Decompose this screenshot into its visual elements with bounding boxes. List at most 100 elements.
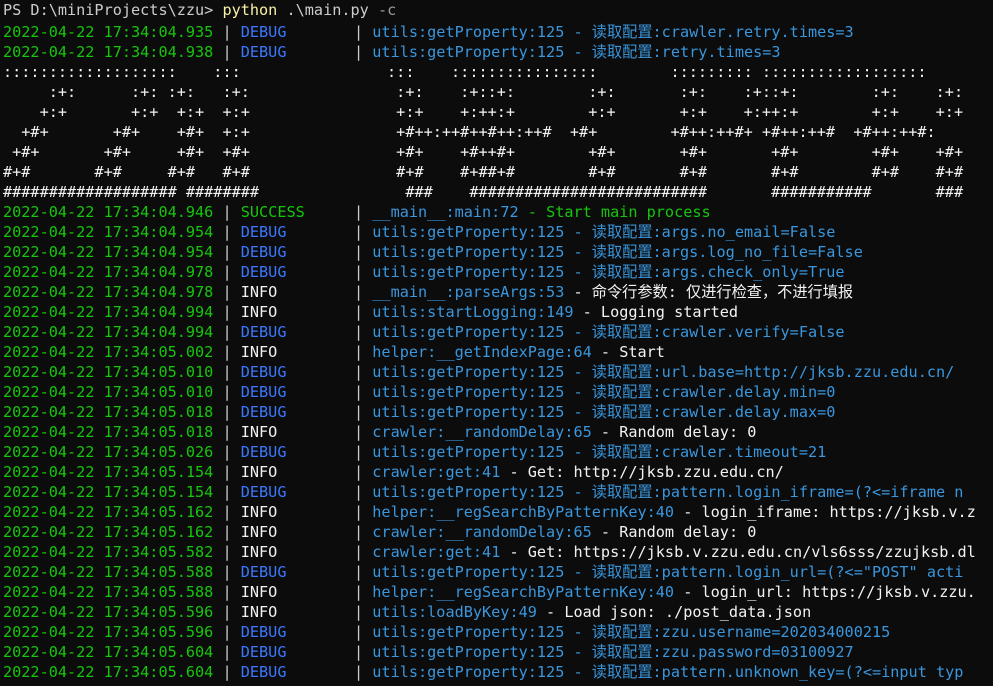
ascii-banner-text: :+: :+: :+: :+: :+: :+::+: :+: :+: :+::+… [3,83,964,101]
log-function: __regSearchByPatternKey [436,583,647,601]
log-separator: | [353,583,373,601]
log-separator: | [353,323,373,341]
log-line: 2022-04-22 17:34:04.935 | DEBUG | utils:g… [3,22,854,42]
log-separator: | [353,463,373,481]
prompt-line[interactable]: PS D:\miniProjects\zzu> python .\main.py… [3,0,396,20]
log-timestamp: 2022-04-22 17:34:05.010 [3,383,214,401]
log-dash: - [573,303,601,321]
log-line: 2022-04-22 17:34:05.582 | INFO | crawler:… [3,542,976,562]
log-dash: - [500,463,528,481]
log-message: 读取配置:crawler.timeout=21 [591,443,827,461]
log-dash: - [500,543,528,561]
log-timestamp: 2022-04-22 17:34:05.002 [3,343,214,361]
log-line: 2022-04-22 17:34:05.154 | INFO | crawler:… [3,462,784,482]
ascii-banner-line: #+# #+# #+# #+# #+# #+##+# #+# #+# #+# #… [3,162,963,182]
log-line: 2022-04-22 17:34:04.938 | DEBUG | utils:g… [3,42,781,62]
log-timestamp: 2022-04-22 17:34:05.582 [3,543,214,561]
log-message: login_iframe: https://jksb.v.z [701,503,976,521]
log-module: utils [372,483,418,501]
log-timestamp: 2022-04-22 17:34:04.946 [3,203,214,221]
log-timestamp: 2022-04-22 17:34:04.954 [3,223,214,241]
log-line: 2022-04-22 17:34:05.604 | DEBUG | utils:g… [3,642,854,662]
log-message: Logging started [600,303,739,321]
log-module: utils [372,663,418,681]
log-line: 2022-04-22 17:34:04.994 | DEBUG | utils:g… [3,322,845,342]
log-timestamp: 2022-04-22 17:34:04.994 [3,323,214,341]
log-dash: - [564,323,592,341]
log-function: getProperty [427,43,528,61]
log-colon: : [445,203,455,221]
log-level: DEBUG [240,403,287,421]
log-timestamp: 2022-04-22 17:34:05.604 [3,663,214,681]
log-separator: | [213,243,241,261]
log-separator: | [213,563,241,581]
ascii-banner-line: +#+ +#+ +#+ +:+ +#++:++#++#++:++# +#+ +#… [3,122,935,142]
terminal-window[interactable]: PS D:\miniProjects\zzu> python .\main.py… [0,0,993,686]
log-colon: : [527,623,537,641]
log-function: get [445,543,473,561]
log-module: utils [372,403,418,421]
log-colon: : [418,43,428,61]
log-function: getProperty [427,483,528,501]
log-colon: : [418,643,428,661]
log-dash: - [591,423,620,441]
log-function: getProperty [427,263,528,281]
log-level: INFO [240,303,278,321]
log-timestamp: 2022-04-22 17:34:05.604 [3,643,214,661]
log-message: login_url: https://jksb.v.zzu. [701,583,976,601]
log-separator: | [353,303,373,321]
log-colon: : [527,563,537,581]
log-line-number: 125 [536,243,565,261]
log-function: parseArgs [454,283,537,301]
log-module: crawler [372,463,437,481]
log-message: 读取配置:args.check_only=True [591,263,845,281]
log-module: helper [372,343,428,361]
log-message: 读取配置:crawler.retry.times=3 [591,23,854,41]
log-separator: | [213,343,241,361]
log-line-number: 125 [536,223,565,241]
log-level: SUCCESS [240,203,305,221]
log-level: DEBUG [240,643,287,661]
log-separator: | [213,623,241,641]
log-line-number: 149 [546,303,574,321]
ascii-banner-line: ::::::::::::::::::: ::: ::: ::::::::::::… [3,62,927,82]
log-module: utils [372,443,418,461]
log-colon: : [418,663,428,681]
log-separator: | [353,383,373,401]
log-function: getProperty [427,443,528,461]
log-function: getProperty [427,23,528,41]
log-dash: - [674,583,702,601]
log-dash: - [564,43,592,61]
log-timestamp: 2022-04-22 17:34:05.018 [3,403,214,421]
log-separator: | [213,583,241,601]
log-colon: : [527,643,537,661]
log-dash: - [564,243,592,261]
log-module: utils [372,223,418,241]
log-colon: : [527,23,537,41]
log-colon: : [527,443,537,461]
log-line-number: 125 [536,623,565,641]
log-message: 读取配置:crawler.delay.max=0 [591,403,836,421]
log-separator: | [353,643,373,661]
log-message: 读取配置:retry.times=3 [591,43,781,61]
log-separator: | [353,623,373,641]
log-level: INFO [240,423,278,441]
log-separator: | [213,483,241,501]
log-colon: : [418,323,428,341]
log-colon: : [527,263,537,281]
command-flag: -c [377,1,397,19]
log-colon: : [527,483,537,501]
log-colon: : [418,403,428,421]
log-separator: | [213,263,241,281]
log-level: INFO [240,283,278,301]
log-line: 2022-04-22 17:34:05.162 | INFO | crawler:… [3,522,756,542]
log-dash: - [564,483,592,501]
ascii-banner-text: +:+ +:+ +:+ +:+ +:+ +:++:+ +:+ +:+ +:++:… [3,103,964,121]
log-message: Random delay: 0 [619,523,757,541]
log-module: __main__ [372,203,446,221]
log-timestamp: 2022-04-22 17:34:05.026 [3,443,214,461]
log-line-number: 72 [500,203,519,221]
log-dash: - [564,283,592,301]
log-module: utils [372,643,418,661]
log-line: 2022-04-22 17:34:05.018 | INFO | crawler:… [3,422,756,442]
